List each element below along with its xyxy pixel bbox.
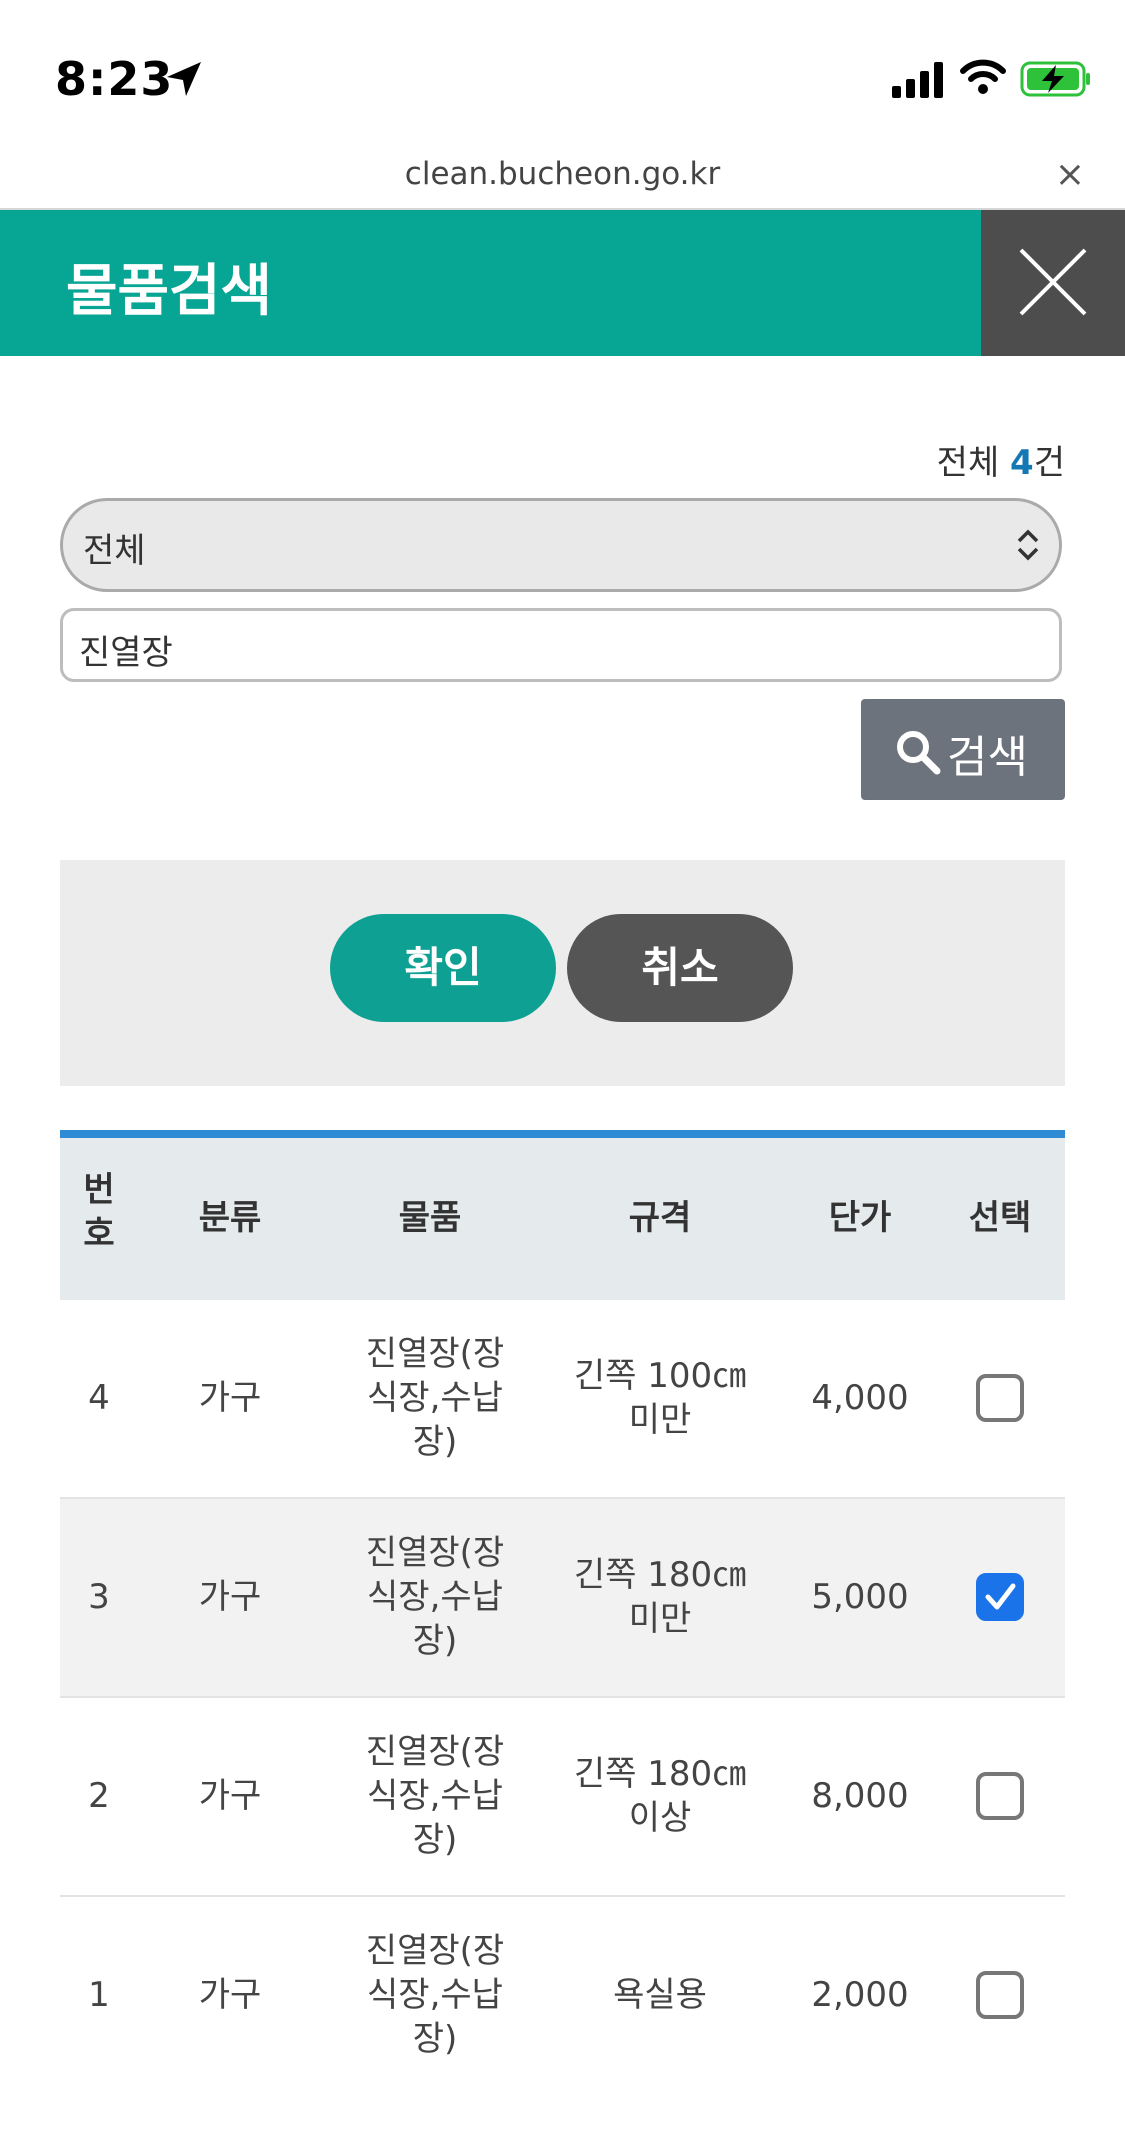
select-checkbox-checked[interactable] <box>976 1573 1024 1621</box>
search-input[interactable]: 진열장 <box>60 608 1062 682</box>
cell-item: 진열장(장 식장,수납 장) <box>365 1931 505 2059</box>
close-modal-button[interactable] <box>981 210 1125 356</box>
cell-price: 4,000 <box>811 1378 909 1418</box>
url-text[interactable]: clean.bucheon.go.kr <box>0 156 1125 192</box>
table-header: 번 호 분류 물품 규격 단가 선택 <box>60 1130 1065 1300</box>
category-selected-value: 전체 <box>83 531 146 571</box>
cell-number: 4 <box>88 1378 110 1418</box>
cell-spec: 긴쪽 180㎝ 이상 <box>573 1754 747 1838</box>
header-item: 물품 <box>398 1198 462 1238</box>
cell-category: 가구 <box>198 1975 262 2015</box>
modal-header: 물품검색 <box>0 210 1125 356</box>
table-row: 4 가구 진열장(장 식장,수납 장) 긴쪽 100㎝ 미만 4,000 <box>60 1300 1065 1499</box>
header-category: 분류 <box>198 1198 262 1238</box>
cell-number: 2 <box>88 1776 110 1816</box>
action-panel: 확인 취소 <box>60 860 1065 1086</box>
wifi-icon <box>960 59 1006 94</box>
cell-number: 3 <box>88 1577 110 1617</box>
header-spec: 규격 <box>628 1198 692 1238</box>
page-title: 물품검색 <box>66 259 273 324</box>
search-button-label: 검색 <box>947 732 1028 783</box>
cell-spec: 욕실용 <box>613 1975 707 2015</box>
search-button[interactable]: 검색 <box>861 699 1065 800</box>
select-checkbox[interactable] <box>976 1971 1024 2019</box>
browser-url-bar: clean.bucheon.go.kr × <box>0 150 1125 210</box>
cell-number: 1 <box>88 1975 110 2015</box>
result-count: 전체 4건 <box>936 443 1065 483</box>
cell-price: 8,000 <box>811 1776 909 1816</box>
search-input-value: 진열장 <box>79 633 173 673</box>
close-tab-button[interactable]: × <box>1055 154 1085 195</box>
header-select: 선택 <box>968 1198 1032 1238</box>
cell-category: 가구 <box>198 1577 262 1617</box>
header-price: 단가 <box>828 1198 892 1238</box>
table-row: 1 가구 진열장(장 식장,수납 장) 욕실용 2,000 <box>60 1897 1065 2094</box>
battery-charging-icon <box>1020 61 1090 97</box>
close-icon <box>1019 248 1087 316</box>
cell-spec: 긴쪽 180㎝ 미만 <box>573 1555 747 1639</box>
cell-category: 가구 <box>198 1776 262 1816</box>
cancel-button[interactable]: 취소 <box>567 914 793 1022</box>
cell-price: 5,000 <box>811 1577 909 1617</box>
search-icon <box>897 731 941 775</box>
table-row: 2 가구 진열장(장 식장,수납 장) 긴쪽 180㎝ 이상 8,000 <box>60 1698 1065 1897</box>
status-time: 8:23 <box>55 52 174 106</box>
cell-item: 진열장(장 식장,수납 장) <box>365 1533 505 1661</box>
confirm-button[interactable]: 확인 <box>330 914 556 1022</box>
result-count-number: 4 <box>1010 443 1034 483</box>
select-checkbox[interactable] <box>976 1374 1024 1422</box>
select-checkbox[interactable] <box>976 1772 1024 1820</box>
status-bar: 8:23 <box>0 0 1125 150</box>
cell-price: 2,000 <box>811 1975 909 2015</box>
cell-item: 진열장(장 식장,수납 장) <box>365 1334 505 1462</box>
cell-item: 진열장(장 식장,수납 장) <box>365 1732 505 1860</box>
location-arrow-icon <box>167 62 201 96</box>
cellular-signal-icon <box>892 62 943 98</box>
cell-category: 가구 <box>198 1378 262 1418</box>
checkmark-icon <box>985 1583 1016 1610</box>
category-select[interactable]: 전체 <box>60 498 1062 592</box>
items-table: 번 호 분류 물품 규격 단가 선택 4 가구 진열장(장 식장,수납 장) 긴… <box>60 1130 1065 2094</box>
header-number: 번 호 <box>83 1170 115 1254</box>
cell-spec: 긴쪽 100㎝ 미만 <box>573 1356 747 1440</box>
select-arrows-icon <box>1017 529 1039 561</box>
table-row: 3 가구 진열장(장 식장,수납 장) 긴쪽 180㎝ 미만 5,000 <box>60 1499 1065 1698</box>
